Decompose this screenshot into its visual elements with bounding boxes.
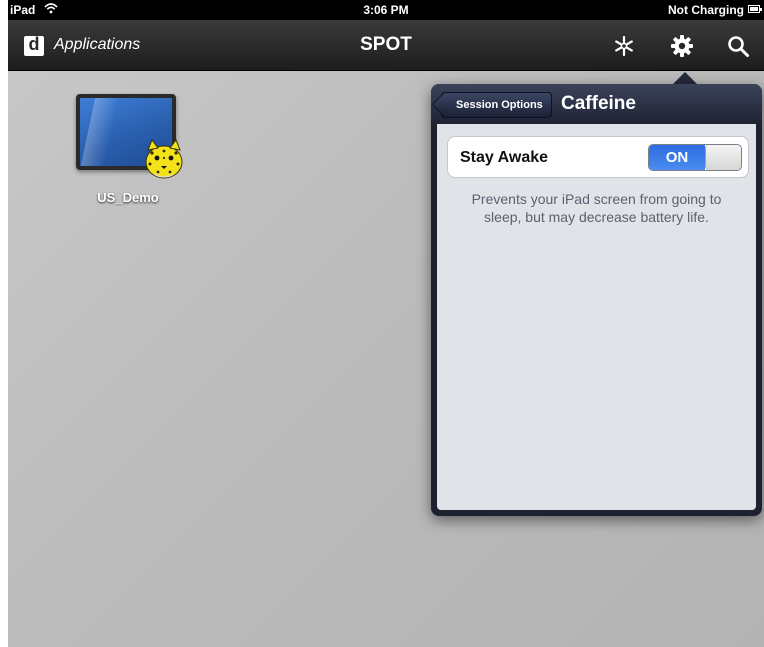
popover-body: Stay Awake ON Prevents your iPad screen … [437, 124, 756, 510]
status-bar: iPad 3:06 PM Not Charging [8, 0, 764, 20]
app-logo-icon[interactable] [24, 34, 44, 56]
gear-icon[interactable] [670, 34, 694, 58]
app-item-us-demo[interactable]: US_Demo [68, 92, 188, 212]
battery-icon [748, 5, 762, 13]
toggle-knob[interactable] [705, 145, 741, 170]
popover-title: Caffeine [561, 93, 636, 114]
nav-title: SPOT [360, 34, 412, 55]
ipad-screen: iPad 3:06 PM Not Charging Applications S… [8, 0, 764, 647]
search-icon[interactable] [726, 34, 750, 58]
session-options-back-button[interactable]: Session Options [441, 92, 552, 118]
nav-bar: Applications SPOT [8, 20, 764, 71]
status-time: 3:06 PM [363, 3, 409, 17]
snowflake-icon[interactable] [612, 34, 636, 58]
toggle-on-label: ON [649, 145, 705, 170]
popover-header: Session Options Caffeine [431, 84, 762, 124]
stay-awake-description: Prevents your iPad screen from going to … [471, 191, 722, 225]
caffeine-popover: Session Options Caffeine Stay Awake ON P… [431, 84, 762, 516]
stay-awake-toggle[interactable]: ON [648, 144, 742, 171]
applications-link[interactable]: Applications [54, 36, 140, 54]
charging-status: Not Charging [668, 3, 744, 17]
stay-awake-label: Stay Awake [460, 149, 549, 166]
stay-awake-row: Stay Awake ON [447, 136, 749, 178]
cheetah-icon [140, 136, 188, 182]
back-button-label: Session Options [456, 99, 543, 111]
app-label: US_Demo [97, 190, 159, 205]
